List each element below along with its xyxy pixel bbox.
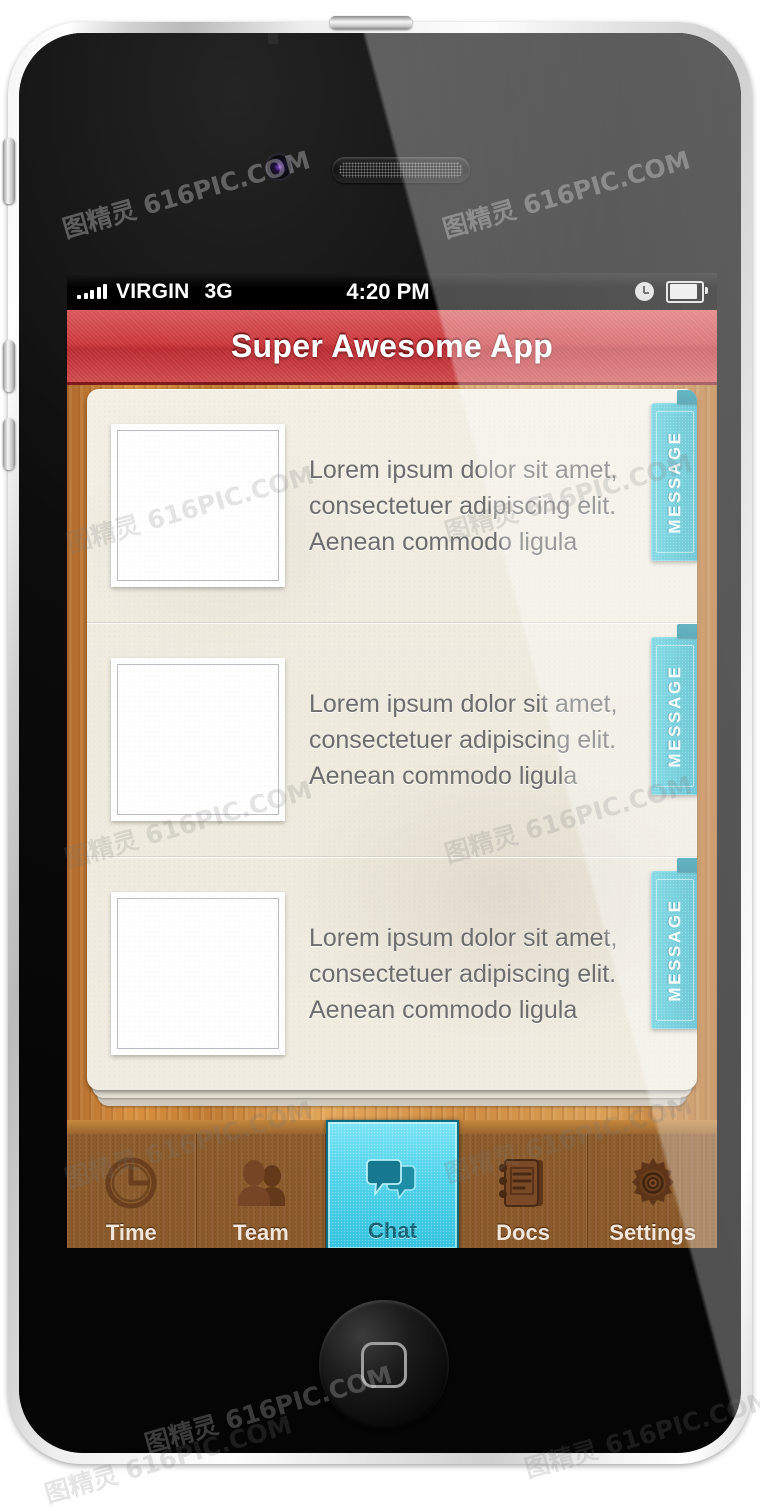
tab-label: Docs bbox=[496, 1220, 550, 1245]
proximity-sensor bbox=[268, 33, 278, 44]
tab-label: Time bbox=[105, 1220, 157, 1245]
page-title: Super Awesome App bbox=[230, 327, 554, 364]
phone-screen: VIRGIN 3G 4:20 PM Super Awesome App Lore… bbox=[67, 273, 717, 1248]
message-ribbon-button[interactable]: MESSAGE bbox=[651, 624, 697, 795]
ribbon-fold bbox=[677, 858, 697, 872]
tab-chat[interactable]: Chat bbox=[326, 1120, 459, 1248]
content-background: Lorem ipsum dolor sit amet, consectetuer… bbox=[67, 385, 717, 1120]
phone-glass-front: VIRGIN 3G 4:20 PM Super Awesome App Lore… bbox=[19, 33, 741, 1453]
message-ribbon-label: MESSAGE bbox=[665, 664, 684, 768]
earpiece-speaker-icon bbox=[332, 157, 470, 183]
list-item-text: Lorem ipsum dolor sit amet, consectetuer… bbox=[309, 923, 618, 1024]
photo-placeholder[interactable] bbox=[111, 424, 285, 587]
message-ribbon-label: MESSAGE bbox=[665, 898, 684, 1002]
gear-icon bbox=[624, 1154, 682, 1212]
tab-time[interactable]: Time bbox=[67, 1134, 197, 1248]
tab-team[interactable]: Team bbox=[196, 1134, 327, 1248]
list-item[interactable]: Lorem ipsum dolor sit amet, consectetuer… bbox=[87, 857, 697, 1090]
ribbon-fold bbox=[677, 390, 697, 404]
message-list-panel[interactable]: Lorem ipsum dolor sit amet, consectetuer… bbox=[87, 389, 697, 1090]
tab-label: Chat bbox=[368, 1218, 417, 1243]
tab-label: Team bbox=[232, 1220, 289, 1245]
tab-bar: Time Team Chat Docs Settings bbox=[67, 1120, 717, 1248]
tab-settings[interactable]: Settings bbox=[588, 1134, 717, 1248]
alarm-clock-icon bbox=[635, 282, 654, 301]
power-button[interactable] bbox=[330, 16, 412, 29]
ribbon-fold bbox=[677, 624, 697, 638]
message-ribbon-label: MESSAGE bbox=[665, 430, 684, 534]
clock-icon bbox=[102, 1154, 160, 1212]
list-item-text: Lorem ipsum dolor sit amet, consectetuer… bbox=[309, 455, 618, 556]
list-item[interactable]: Lorem ipsum dolor sit amet, consectetuer… bbox=[87, 389, 697, 623]
mute-switch[interactable] bbox=[3, 138, 15, 204]
volume-down-button[interactable] bbox=[3, 418, 15, 470]
speaker-mesh bbox=[339, 162, 463, 178]
photo-placeholder[interactable] bbox=[111, 892, 285, 1055]
home-button[interactable] bbox=[319, 1300, 449, 1430]
status-bar: VIRGIN 3G 4:20 PM bbox=[67, 273, 717, 310]
chat-bubbles-icon bbox=[363, 1152, 421, 1210]
volume-up-button[interactable] bbox=[3, 340, 15, 392]
home-button-square-icon bbox=[361, 1342, 407, 1388]
status-bar-clock: 4:20 PM bbox=[346, 278, 430, 304]
notebook-icon bbox=[494, 1154, 552, 1212]
message-ribbon-button[interactable]: MESSAGE bbox=[651, 390, 697, 561]
photo-placeholder[interactable] bbox=[111, 658, 285, 821]
message-ribbon-button[interactable]: MESSAGE bbox=[651, 858, 697, 1029]
people-icon bbox=[232, 1154, 290, 1212]
front-camera-icon bbox=[267, 155, 291, 179]
list-item[interactable]: Lorem ipsum dolor sit amet, consectetuer… bbox=[87, 623, 697, 857]
list-item-text: Lorem ipsum dolor sit amet, consectetuer… bbox=[309, 689, 618, 790]
phone-device: VIRGIN 3G 4:20 PM Super Awesome App Lore… bbox=[3, 16, 752, 1464]
app-header-bar: Super Awesome App bbox=[67, 310, 717, 385]
battery-icon bbox=[666, 280, 708, 303]
tab-label: Settings bbox=[609, 1220, 697, 1245]
tab-docs[interactable]: Docs bbox=[458, 1134, 589, 1248]
